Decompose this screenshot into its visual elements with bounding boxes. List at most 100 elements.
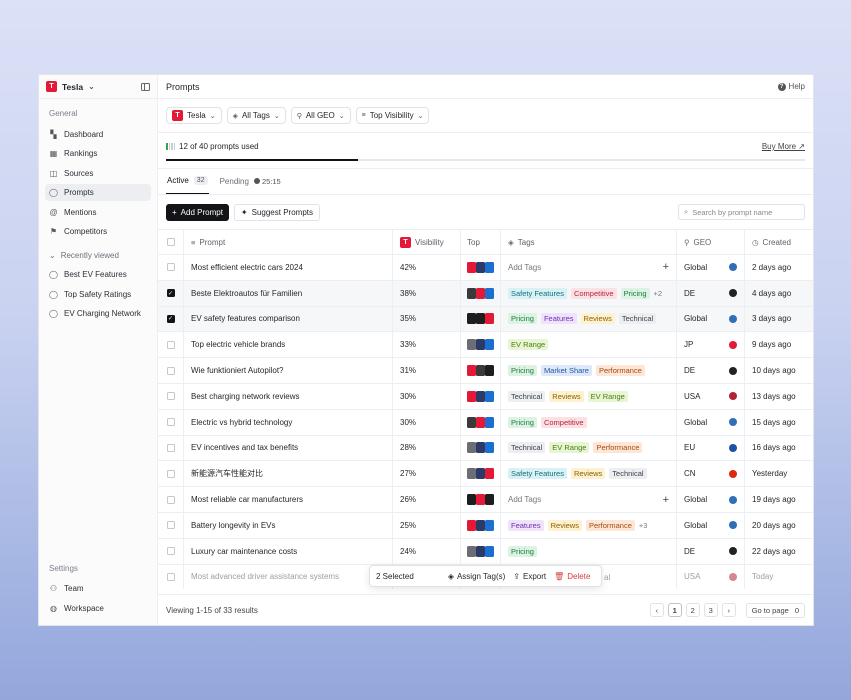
tag-technical[interactable]: Technical bbox=[609, 468, 647, 480]
row-checkbox[interactable] bbox=[166, 547, 175, 556]
next-page-button[interactable]: › bbox=[721, 603, 736, 617]
header-created[interactable]: ◷ Created bbox=[745, 230, 813, 254]
tag-reviews[interactable]: Reviews bbox=[570, 468, 606, 480]
tag-competitive[interactable]: Competitive bbox=[540, 416, 587, 428]
tab-active[interactable]: Active 32 bbox=[166, 168, 209, 194]
tag-market-share[interactable]: Market Share bbox=[540, 365, 592, 377]
sidebar-item-sources[interactable]: ◫ Sources bbox=[45, 165, 151, 182]
export-button[interactable]: ⇪ Export bbox=[513, 572, 546, 581]
tag-performance[interactable]: Performance bbox=[595, 365, 645, 377]
tag-technical[interactable]: Technical bbox=[508, 390, 546, 402]
table-row[interactable]: Most efficient electric cars 2024 42% Add … bbox=[158, 254, 813, 280]
help-link[interactable]: ? Help bbox=[777, 82, 805, 91]
recently-viewed-title[interactable]: ⌄ Recently viewed bbox=[39, 243, 157, 264]
filter-top-visibility[interactable]: ≡ Top Visibility ⌄ bbox=[355, 107, 430, 124]
table-row[interactable]: Battery longevity in EVs 25% Features Revie… bbox=[158, 511, 813, 538]
page-button-1[interactable]: 1 bbox=[667, 603, 682, 617]
row-checkbox[interactable]: ✓ bbox=[166, 289, 175, 298]
filter-tesla[interactable]: T Tesla ⌄ bbox=[166, 107, 222, 124]
sidebar-item-team[interactable]: ⚇ Team bbox=[45, 580, 151, 597]
row-checkbox[interactable] bbox=[166, 572, 175, 581]
tag-pricing[interactable]: Pricing bbox=[508, 313, 537, 325]
row-checkbox[interactable] bbox=[166, 469, 175, 478]
add-prompt-button[interactable]: + Add Prompt bbox=[166, 203, 229, 221]
recent-item-ev-charging-network[interactable]: ◯ EV Charging Network bbox=[45, 305, 151, 322]
select-all-cell bbox=[158, 230, 184, 254]
row-checkbox[interactable] bbox=[166, 340, 175, 349]
tag-pricing[interactable]: Pricing bbox=[508, 416, 537, 428]
tag-pricing[interactable]: Pricing bbox=[620, 287, 650, 299]
add-tags-button[interactable]: Add Tags + bbox=[508, 494, 669, 506]
visibility-value: 35% bbox=[400, 314, 417, 324]
prev-page-button[interactable]: ‹ bbox=[649, 603, 664, 617]
row-checkbox[interactable] bbox=[166, 366, 175, 375]
org-switcher[interactable]: T Tesla ⌄ bbox=[39, 75, 157, 99]
row-checkbox[interactable]: ✓ bbox=[166, 314, 175, 323]
row-checkbox[interactable] bbox=[166, 495, 175, 504]
table-row[interactable]: EV incentives and tax benefits 28% Technic… bbox=[158, 434, 813, 461]
table-row[interactable]: Luxury car maintenance costs 24% Pricing DE… bbox=[158, 537, 813, 564]
tag-reviews[interactable]: Reviews bbox=[549, 390, 584, 402]
table-row[interactable]: 新能源汽车性能对比 27% Safety Features Reviews Techni… bbox=[158, 460, 813, 487]
row-checkbox[interactable] bbox=[166, 263, 175, 272]
table-row[interactable]: Electric vs hybrid technology 30% Pricing C… bbox=[158, 408, 813, 435]
table-row[interactable]: ✓ Beste Elektroautos für Familien 38% Safet… bbox=[158, 279, 813, 306]
header-geo[interactable]: ⚲ GEO bbox=[677, 230, 745, 254]
recent-item-best-ev-features[interactable]: ◯ Best EV Features bbox=[45, 266, 151, 283]
search-input[interactable] bbox=[692, 207, 799, 217]
assign-tags-button[interactable]: ◈ Assign Tag(s) bbox=[448, 572, 505, 581]
page-button-3[interactable]: 3 bbox=[703, 603, 718, 617]
tag-ev-range[interactable]: EV Range bbox=[508, 339, 549, 351]
sidebar-item-competitors[interactable]: ⚑ Competitors bbox=[45, 223, 151, 240]
recent-item-top-safety-ratings[interactable]: ◯ Top Safety Ratings bbox=[45, 286, 151, 303]
tag-technical[interactable]: Technical bbox=[618, 313, 657, 325]
sidebar-item-mentions[interactable]: @ Mentions bbox=[45, 204, 151, 221]
sidebar-item-prompts[interactable]: ◯ Prompts bbox=[45, 184, 151, 201]
brand-logo-icon bbox=[476, 261, 485, 273]
row-checkbox[interactable] bbox=[166, 392, 175, 401]
row-checkbox[interactable] bbox=[166, 443, 175, 452]
header-prompt[interactable]: ≡ Prompt bbox=[184, 230, 393, 254]
table-row[interactable]: Top electric vehicle brands 33% EV Range JP… bbox=[158, 331, 813, 358]
table-row[interactable]: Best charging network reviews 30% Technica… bbox=[158, 382, 813, 409]
sidebar-collapse-icon[interactable] bbox=[141, 82, 150, 91]
page-button-2[interactable]: 2 bbox=[685, 603, 700, 617]
tag-reviews[interactable]: Reviews bbox=[580, 313, 615, 325]
sidebar-item-dashboard[interactable]: ▚ Dashboard bbox=[45, 126, 151, 143]
table-row[interactable]: ✓ EV safety features comparison 35% Pricing… bbox=[158, 305, 813, 332]
suggest-prompts-button[interactable]: ✦ Suggest Prompts bbox=[233, 203, 320, 221]
sidebar-item-workspace[interactable]: ◍ Workspace bbox=[45, 600, 151, 617]
tag-performance[interactable]: Performance bbox=[585, 519, 635, 531]
tag-pricing[interactable]: Pricing bbox=[508, 545, 537, 557]
tag-safety-features[interactable]: Safety Features bbox=[508, 287, 567, 299]
tag-features[interactable]: Features bbox=[508, 519, 544, 531]
tag-technical[interactable]: Technical bbox=[508, 442, 546, 454]
tag-features[interactable]: Features bbox=[540, 313, 577, 325]
tag-reviews[interactable]: Reviews bbox=[547, 519, 582, 531]
buy-more-link[interactable]: Buy More ↗ bbox=[762, 142, 805, 151]
tag-pricing[interactable]: Pricing bbox=[508, 365, 537, 377]
header-top[interactable]: Top bbox=[461, 230, 501, 254]
more-tags-count[interactable]: +3 bbox=[639, 521, 648, 530]
row-checkbox[interactable] bbox=[166, 418, 175, 427]
tag-ev-range[interactable]: EV Range bbox=[587, 390, 628, 402]
tag-performance[interactable]: Performance bbox=[593, 442, 643, 454]
header-tags[interactable]: ◈ Tags bbox=[501, 230, 677, 254]
header-visibility[interactable]: T Visibility bbox=[393, 230, 461, 254]
tab-pending[interactable]: Pending 25:15 bbox=[219, 168, 282, 194]
row-checkbox[interactable] bbox=[166, 521, 175, 530]
add-tags-button[interactable]: Add Tags + bbox=[508, 261, 669, 273]
tag-competitive[interactable]: Competitive bbox=[570, 287, 617, 299]
filter-all-tags[interactable]: ◈ All Tags ⌄ bbox=[226, 107, 286, 124]
tag-ev-range[interactable]: EV Range bbox=[549, 442, 590, 454]
delete-button[interactable]: 🗑 Delete bbox=[554, 572, 590, 581]
topbar: Prompts ? Help bbox=[158, 75, 813, 99]
more-tags-count[interactable]: +2 bbox=[654, 289, 663, 298]
sidebar-item-rankings[interactable]: ▦ Rankings bbox=[45, 145, 151, 162]
go-to-page-input[interactable]: 0 bbox=[795, 606, 799, 615]
table-row[interactable]: Most reliable car manufacturers 26% Add Ta… bbox=[158, 486, 813, 512]
tag-safety-features[interactable]: Safety Features bbox=[508, 468, 567, 480]
filter-all-geo[interactable]: ⚲ All GEO ⌄ bbox=[290, 107, 351, 124]
table-row[interactable]: Wie funktioniert Autopilot? 31% Pricing Mar… bbox=[158, 357, 813, 383]
select-all-checkbox[interactable] bbox=[166, 238, 175, 246]
